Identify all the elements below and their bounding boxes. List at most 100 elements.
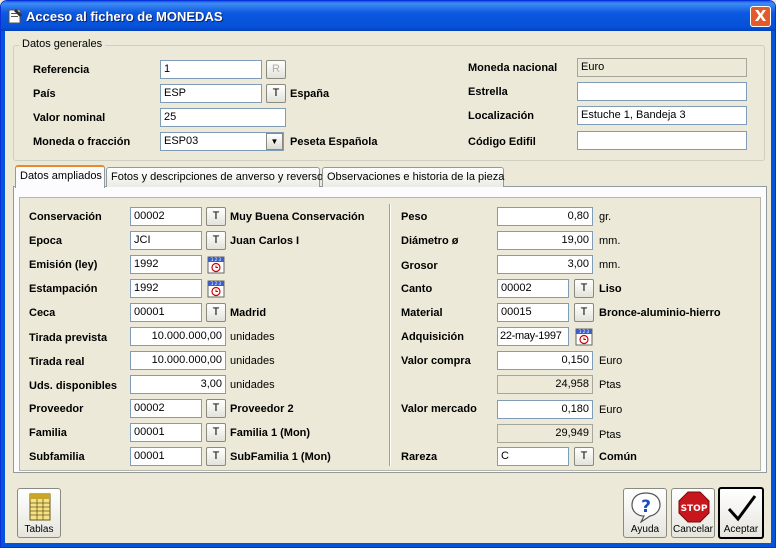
valor-mercado-field[interactable]: 0,180 — [497, 400, 593, 419]
estrella-label: Estrella — [468, 86, 508, 98]
canto-description: Liso — [599, 283, 622, 295]
calendar-icon[interactable]: 1 2 3 — [207, 256, 225, 274]
checkmark-icon — [727, 495, 757, 522]
canto-label: Canto — [401, 283, 433, 295]
window-frame-left — [1, 31, 5, 547]
peso-field[interactable]: 0,80 — [497, 207, 593, 226]
title-bar[interactable]: Acceso al fichero de MONEDAS X — [1, 1, 775, 31]
subfamilia-field[interactable]: 00001 — [130, 447, 202, 466]
valor-nominal-field[interactable]: 25 — [160, 108, 286, 127]
valor-mercado-unit: Euro — [599, 404, 623, 416]
window-title: Acceso al fichero de MONEDAS — [26, 9, 223, 24]
ayuda-button[interactable]: ? Ayuda — [623, 488, 667, 538]
tirada-prevista-field[interactable]: 10.000.000,00 — [130, 327, 226, 346]
diametro-label: Diámetro ø — [401, 235, 459, 247]
pais-label: País — [33, 88, 56, 100]
familia-lookup-button[interactable]: T — [206, 423, 226, 442]
close-button[interactable]: X — [750, 6, 771, 27]
familia-label: Familia — [29, 427, 67, 439]
material-label: Material — [401, 307, 443, 319]
valor-compra-ptas-unit: Ptas — [599, 379, 622, 391]
proveedor-lookup-button[interactable]: T — [206, 399, 226, 418]
codigo-edifil-label: Código Edifil — [468, 136, 536, 148]
aceptar-button[interactable]: Aceptar — [718, 487, 764, 539]
valor-compra-field[interactable]: 0,150 — [497, 351, 593, 370]
estampacion-field[interactable]: 1992 — [130, 279, 202, 298]
uds-disponibles-unit: unidades — [230, 379, 275, 391]
material-lookup-button[interactable]: T — [574, 303, 594, 322]
subfamilia-label: Subfamilia — [29, 451, 85, 463]
localizacion-field[interactable]: Estuche 1, Bandeja 3 — [577, 106, 747, 125]
canto-field[interactable]: 00002 — [497, 279, 569, 298]
proveedor-description: Proveedor 2 — [230, 403, 294, 415]
emision-field[interactable]: 1992 — [130, 255, 202, 274]
valor-compra-unit: Euro — [599, 355, 623, 367]
moneda-fraccion-description: Peseta Española — [290, 136, 378, 148]
tab-observaciones-historia[interactable]: Observaciones e historia de la pieza — [322, 167, 504, 187]
tirada-prevista-label: Tirada prevista — [29, 332, 108, 344]
cancelar-label: Cancelar — [672, 524, 714, 535]
proveedor-label: Proveedor — [29, 403, 84, 415]
calendar-icon-text: 1 2 3 — [211, 257, 222, 262]
tab-fotos-descripciones[interactable]: Fotos y descripciones de anverso y rever… — [106, 167, 323, 187]
aceptar-label: Aceptar — [723, 524, 759, 535]
adquisicion-field[interactable]: 22-may-1997 — [497, 327, 569, 346]
tablas-button[interactable]: Tablas — [17, 488, 61, 538]
referencia-button[interactable]: R — [266, 60, 286, 79]
column-divider — [389, 204, 391, 466]
ceca-label: Ceca — [29, 307, 56, 319]
pais-lookup-button[interactable]: T — [266, 84, 286, 103]
epoca-field[interactable]: JCI — [130, 231, 202, 250]
valor-compra-label: Valor compra — [401, 355, 471, 367]
rareza-field[interactable]: C — [497, 447, 569, 466]
diametro-unit: mm. — [599, 235, 621, 247]
moneda-nacional-label: Moneda nacional — [468, 62, 558, 74]
ceca-lookup-button[interactable]: T — [206, 303, 226, 322]
tab-datos-ampliados[interactable]: Datos ampliados — [15, 165, 105, 188]
tirada-real-unit: unidades — [230, 355, 275, 367]
conservacion-description: Muy Buena Conservación — [230, 211, 365, 223]
pais-field[interactable]: ESP — [160, 84, 262, 103]
subfamilia-description: SubFamilia 1 (Mon) — [230, 451, 331, 463]
app-icon — [8, 9, 22, 24]
codigo-edifil-field[interactable] — [577, 131, 747, 150]
general-data-legend: Datos generales — [19, 38, 106, 50]
epoca-label: Epoca — [29, 235, 63, 247]
rareza-description: Común — [599, 451, 637, 463]
subfamilia-lookup-button[interactable]: T — [206, 447, 226, 466]
canto-lookup-button[interactable]: T — [574, 279, 594, 298]
uds-disponibles-label: Uds. disponibles — [29, 380, 118, 392]
ayuda-label: Ayuda — [630, 524, 660, 535]
estrella-field[interactable] — [577, 82, 747, 101]
tirada-prevista-unit: unidades — [230, 331, 275, 343]
uds-disponibles-field[interactable]: 3,00 — [130, 375, 226, 394]
grosor-field[interactable]: 3,00 — [497, 255, 593, 274]
window-frame-bottom — [1, 543, 775, 547]
chevron-down-icon[interactable]: ▼ — [266, 133, 283, 150]
valor-nominal-label: Valor nominal — [33, 112, 106, 124]
material-field[interactable]: 00015 — [497, 303, 569, 322]
calendar-icon[interactable]: 1 2 3 — [207, 280, 225, 298]
conservacion-lookup-button[interactable]: T — [206, 207, 226, 226]
diametro-field[interactable]: 19,00 — [497, 231, 593, 250]
window-frame-right — [771, 31, 775, 547]
svg-text:?: ? — [641, 497, 651, 517]
tirada-real-field[interactable]: 10.000.000,00 — [130, 351, 226, 370]
moneda-nacional-field: Euro — [577, 58, 747, 77]
calendar-icon[interactable]: 1 2 3 — [575, 328, 593, 346]
rareza-label: Rareza — [401, 451, 438, 463]
familia-field[interactable]: 00001 — [130, 423, 202, 442]
ceca-field[interactable]: 00001 — [130, 303, 202, 322]
valor-mercado-label: Valor mercado — [401, 403, 477, 415]
epoca-lookup-button[interactable]: T — [206, 231, 226, 250]
referencia-label: Referencia — [33, 64, 90, 76]
peso-unit: gr. — [599, 211, 612, 223]
conservacion-field[interactable]: 00002 — [130, 207, 202, 226]
estampacion-label: Estampación — [29, 283, 98, 295]
referencia-field[interactable]: 1 — [160, 60, 262, 79]
proveedor-field[interactable]: 00002 — [130, 399, 202, 418]
tables-icon — [29, 493, 51, 521]
localizacion-label: Localización — [468, 110, 535, 122]
cancelar-button[interactable]: STOP Cancelar — [671, 488, 715, 538]
rareza-lookup-button[interactable]: T — [574, 447, 594, 466]
